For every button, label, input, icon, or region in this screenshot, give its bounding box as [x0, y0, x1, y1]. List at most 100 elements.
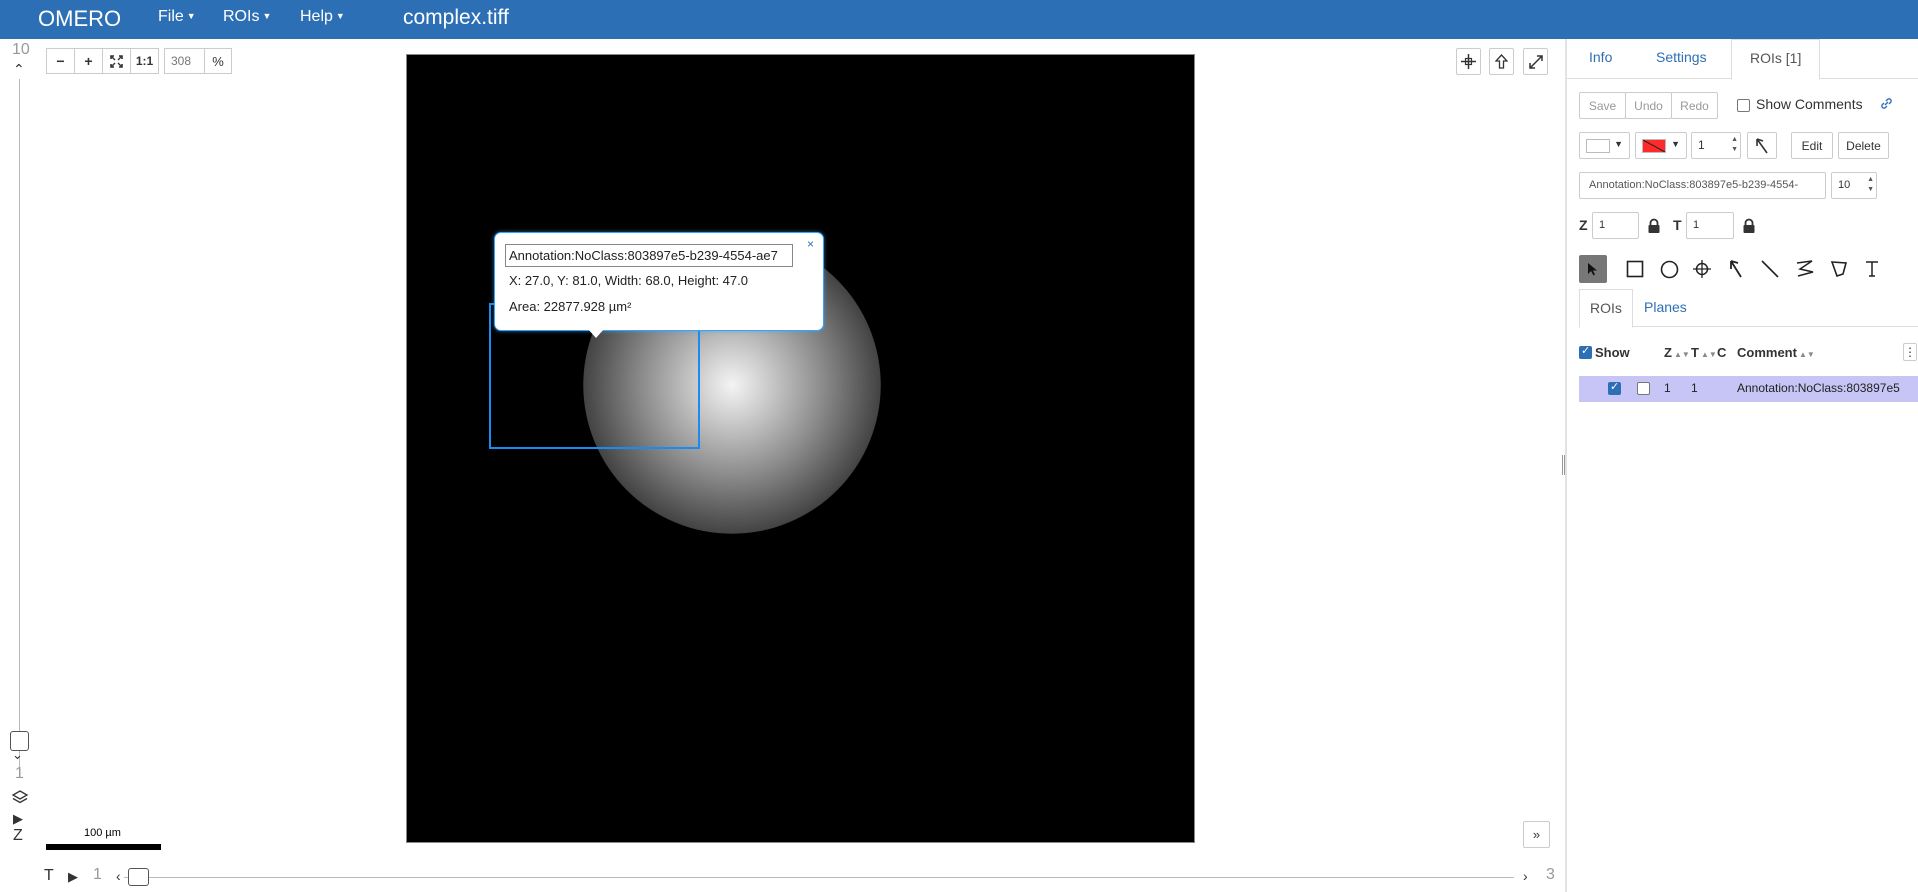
line-icon: [1761, 260, 1779, 278]
z-max-label: 10: [12, 41, 30, 58]
arrow-up-icon: [1495, 54, 1508, 69]
close-icon[interactable]: ×: [807, 237, 814, 251]
tab-info[interactable]: Info: [1589, 49, 1612, 65]
show-panel-button[interactable]: »: [1523, 821, 1550, 848]
menu-file-label: File: [158, 8, 184, 25]
chevron-right-icon[interactable]: ›: [1523, 868, 1528, 884]
row-z-value: 1: [1664, 381, 1671, 395]
panel-tabs: Info Settings ROIs [1]: [1567, 39, 1918, 80]
column-header-show[interactable]: Show: [1595, 345, 1630, 360]
right-panel: Info Settings ROIs [1] Save Undo Redo Sh…: [1567, 39, 1918, 892]
column-menu-button[interactable]: ⋮: [1903, 343, 1917, 361]
tab-rois[interactable]: ROIs [1]: [1731, 39, 1821, 80]
polyline-tool-button[interactable]: [1791, 255, 1819, 283]
t-axis-label: T: [44, 867, 54, 884]
upload-button[interactable]: [1489, 48, 1514, 75]
column-header-c[interactable]: C: [1717, 345, 1726, 360]
arrow-style-button[interactable]: [1747, 132, 1777, 159]
edit-button[interactable]: Edit: [1791, 132, 1833, 159]
z-slider-track[interactable]: [19, 79, 20, 769]
zoom-in-button[interactable]: +: [74, 48, 103, 74]
font-size-input[interactable]: 10 ▲ ▼: [1831, 172, 1877, 199]
column-header-comment[interactable]: Comment ▲▼: [1737, 345, 1815, 360]
chevron-left-icon[interactable]: ‹: [116, 868, 121, 884]
redo-button[interactable]: Redo: [1671, 92, 1718, 119]
crosshair-icon: [1461, 54, 1476, 69]
fit-icon: [110, 54, 123, 68]
rectangle-tool-button[interactable]: [1621, 255, 1649, 283]
label-tool-button[interactable]: [1858, 255, 1886, 283]
image-viewer: 10 ⌃ ⌄ 1 ▶ Z − + 1:1 308 % Annotation:No…: [0, 39, 1565, 892]
t-slider-handle[interactable]: [128, 868, 149, 886]
table-row[interactable]: 1 1 Annotation:NoClass:803897e5: [1579, 376, 1918, 402]
image-title: complex.tiff: [403, 6, 509, 29]
scalebar-label: 100 µm: [84, 827, 121, 839]
save-button[interactable]: Save: [1579, 92, 1626, 119]
zoom-out-button[interactable]: −: [46, 48, 75, 74]
lock-icon[interactable]: [1742, 218, 1756, 234]
column-header-t[interactable]: T ▲▼: [1691, 345, 1717, 360]
roi-comment-input[interactable]: Annotation:NoClass:803897e5-b239-4554-ae…: [505, 244, 793, 267]
arrow-icon: [1730, 260, 1742, 278]
delete-button[interactable]: Delete: [1838, 132, 1889, 159]
t-slider-track[interactable]: [124, 877, 1514, 878]
stroke-color-select[interactable]: ▼: [1635, 132, 1687, 159]
popup-pointer: [588, 329, 604, 338]
splitter-grip-handle[interactable]: [1562, 455, 1565, 475]
zoom-one-to-one-button[interactable]: 1:1: [130, 48, 159, 74]
row-comment-value: Annotation:NoClass:803897e5: [1737, 381, 1900, 395]
polygon-tool-button[interactable]: [1825, 255, 1853, 283]
layers-icon[interactable]: [11, 789, 29, 807]
line-tool-button[interactable]: [1756, 255, 1784, 283]
plane-t-input[interactable]: 1: [1686, 212, 1734, 239]
t-play-icon[interactable]: ▶: [68, 869, 78, 885]
undo-button[interactable]: Undo: [1625, 92, 1672, 119]
plane-t-label: T: [1673, 217, 1682, 233]
polyline-icon: [1796, 260, 1814, 277]
row-t-value: 1: [1691, 381, 1698, 395]
roi-area-text: Area: 22877.928 µm²: [509, 299, 632, 314]
fit-to-window-button[interactable]: [102, 48, 131, 74]
link-icon[interactable]: [1880, 97, 1893, 110]
plane-z-input[interactable]: 1: [1592, 212, 1639, 239]
show-comments-checkbox[interactable]: [1737, 99, 1750, 112]
point-tool-button[interactable]: [1688, 255, 1716, 283]
lock-icon[interactable]: [1647, 218, 1661, 234]
sort-icon: ▲▼: [1798, 350, 1815, 359]
image-canvas[interactable]: [406, 54, 1195, 843]
sort-icon: ▲▼: [1673, 350, 1690, 359]
t-current-label: 1: [93, 866, 102, 883]
zoom-percent-input[interactable]: 308: [164, 48, 205, 74]
expand-icon: [1528, 54, 1543, 69]
row-select-checkbox[interactable]: [1637, 382, 1650, 395]
spinner-arrows-icon[interactable]: ▲ ▼: [1867, 175, 1874, 195]
stroke-width-input[interactable]: 1 ▲ ▼: [1691, 132, 1741, 159]
arrow-tool-button[interactable]: [1722, 255, 1750, 283]
subtab-planes[interactable]: Planes: [1634, 289, 1697, 328]
row-show-checkbox[interactable]: [1608, 380, 1621, 395]
tab-settings[interactable]: Settings: [1656, 49, 1707, 65]
column-header-z-label: Z: [1664, 345, 1672, 360]
roi-comment-field[interactable]: Annotation:NoClass:803897e5-b239-4554-: [1579, 172, 1826, 199]
ellipse-tool-button[interactable]: [1655, 255, 1683, 283]
select-tool-button[interactable]: [1579, 255, 1607, 283]
app-brand[interactable]: OMERO: [38, 6, 121, 32]
z-play-icon[interactable]: ▶: [13, 811, 23, 827]
pointer-icon: [1588, 263, 1597, 276]
z-down-icon[interactable]: ⌄: [12, 747, 23, 763]
menu-help[interactable]: Help ▼: [300, 8, 345, 26]
fullscreen-button[interactable]: [1523, 48, 1548, 75]
crosshair-button[interactable]: [1456, 48, 1481, 75]
menu-file[interactable]: File ▼: [158, 8, 196, 26]
spinner-arrows-icon[interactable]: ▲ ▼: [1731, 135, 1738, 155]
z-up-icon[interactable]: ⌃: [13, 61, 25, 78]
fill-color-select[interactable]: ▼: [1579, 132, 1630, 159]
chevron-down-icon: ▼: [335, 11, 345, 21]
subtab-rois[interactable]: ROIs: [1579, 289, 1633, 328]
show-all-checkbox[interactable]: [1579, 344, 1592, 359]
top-navbar: OMERO File ▼ ROIs ▼ Help ▼ complex.tiff: [0, 0, 1918, 39]
z-min-label: 1: [15, 765, 24, 782]
menu-rois[interactable]: ROIs ▼: [223, 8, 271, 26]
rectangle-icon: [1626, 260, 1644, 278]
column-header-z[interactable]: Z ▲▼: [1664, 345, 1690, 360]
